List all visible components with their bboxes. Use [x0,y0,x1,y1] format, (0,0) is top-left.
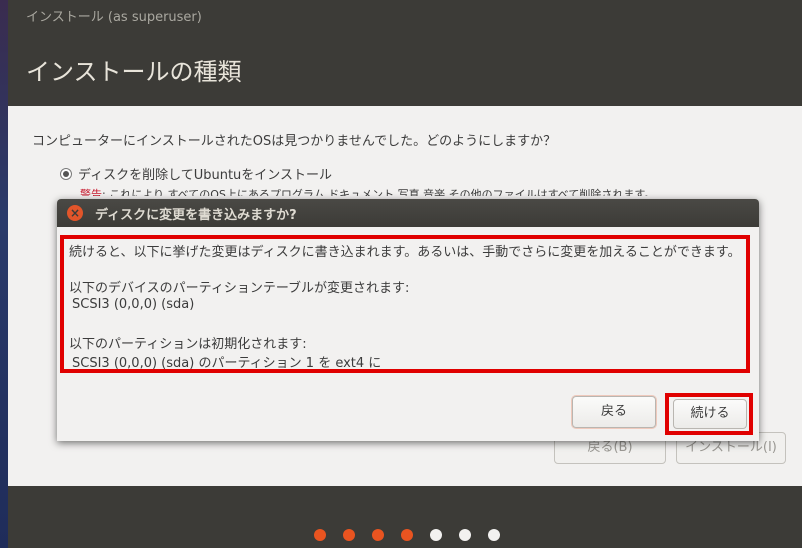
progress-dot-3 [372,529,384,541]
page-title: インストールの種類 [26,58,242,86]
window-title: インストール (as superuser) [26,10,202,25]
radio-selected-icon[interactable] [60,168,72,180]
devices-heading: 以下のデバイスのパーティションテーブルが変更されます: [69,281,410,296]
erase-disk-option-label: ディスクを削除してUbuntuをインストール [78,168,333,183]
progress-dot-7 [488,529,500,541]
progress-dots [314,529,500,541]
dialog-title: ディスクに変更を書き込みますか? [95,208,297,223]
warning-text: 警告: これにより すべてのOS上にあるプログラム ドキュメント 写真 音楽 そ… [80,186,720,196]
partitions-heading: 以下のパーティションは初期化されます: [69,337,307,352]
warning-label: 警告 [80,188,102,196]
dialog-continue-button[interactable]: 続ける [673,399,747,429]
question-text: コンピューターにインストールされたOSは見つかりませんでした。どのようにしますか… [32,134,557,149]
page-header: インストールの種類 [8,28,802,106]
warning-message: : これにより すべてのOS上にあるプログラム ドキュメント 写真 音楽 その他… [102,188,656,196]
continue-button-highlight: 続ける [665,393,753,435]
installer-footer [8,486,802,548]
window-titlebar: インストール (as superuser) [8,0,802,28]
dialog-titlebar: × ディスクに変更を書き込みますか? [57,199,759,227]
device-item: SCSI3 (0,0,0) (sda) [72,297,195,312]
progress-dot-1 [314,529,326,541]
write-changes-dialog: × ディスクに変更を書き込みますか? 続けると、以下に挙げた変更はディスクに書き… [57,199,759,441]
progress-dot-4 [401,529,413,541]
dialog-message: 続けると、以下に挙げた変更はディスクに書き込まれます。あるいは、手動でさらに変更… [69,245,741,260]
dialog-message-area: 続けると、以下に挙げた変更はディスクに書き込まれます。あるいは、手動でさらに変更… [60,235,750,373]
progress-dot-5 [430,529,442,541]
close-icon[interactable]: × [67,205,83,221]
progress-dot-2 [343,529,355,541]
partition-item: SCSI3 (0,0,0) (sda) のパーティション 1 を ext4 に [72,356,382,371]
desktop-background [0,0,8,548]
progress-dot-6 [459,529,471,541]
erase-disk-option[interactable]: ディスクを削除してUbuntuをインストール [60,164,332,183]
dialog-back-button[interactable]: 戻る [572,396,656,428]
